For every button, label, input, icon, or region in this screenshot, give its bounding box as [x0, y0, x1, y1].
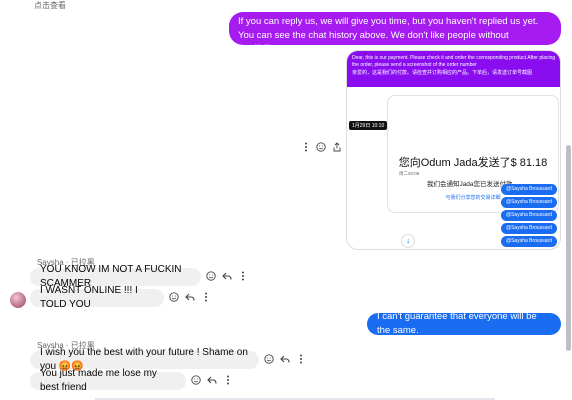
view-link[interactable]: 点击查看 [34, 0, 66, 11]
more-icon[interactable] [223, 375, 233, 385]
reply-icon[interactable] [185, 292, 195, 302]
mention-tag: @Saysha Broussard [501, 184, 557, 195]
shared-screenshot[interactable]: Dear, this is our payment. Please check … [346, 50, 561, 250]
reply-icon[interactable] [207, 375, 217, 385]
share-icon[interactable] [332, 142, 342, 152]
payment-amount: 您向Odum Jada发送了$ 81.18 [398, 157, 548, 169]
reply-icon[interactable] [222, 271, 232, 281]
outgoing-message[interactable]: I can't guarantee that everyone will be … [367, 311, 561, 336]
down-arrow-icon[interactable]: ↓ [401, 234, 415, 248]
reply-icon[interactable] [280, 354, 290, 364]
emoji-icon[interactable] [191, 375, 201, 385]
more-icon[interactable] [238, 271, 248, 281]
screenshot-timestamp: 1月29日 10:10 [349, 121, 388, 130]
mention-tag: @Saysha Broussard [501, 223, 557, 234]
mention-tag: @Saysha Broussard [501, 210, 557, 221]
outgoing-message[interactable]: If you can reply us, we will give you ti… [229, 12, 561, 54]
screenshot-date: 周二20:06 [399, 171, 420, 176]
mention-tag: @Saysha Broussard [501, 236, 557, 247]
scrollbar[interactable] [566, 145, 571, 351]
payment-card: 您向Odum Jada发送了$ 81.18 我们会通知Jada您已发送付款。 与… [387, 95, 559, 213]
avatar[interactable] [10, 292, 26, 308]
mention-tag: @Saysha Broussard [501, 197, 557, 208]
banner-english: Dear, this is our payment. Please check … [352, 55, 556, 68]
incoming-message[interactable]: You just made me lose my best friend [30, 368, 186, 393]
more-icon[interactable] [296, 354, 306, 364]
more-icon[interactable] [301, 142, 311, 152]
banner-chinese: 亲爱的，这是我们的付款。请检查并订购相应的产品。下单后，请发送订单号截图 [352, 70, 533, 76]
emoji-icon[interactable] [316, 142, 326, 152]
emoji-icon[interactable] [264, 354, 274, 364]
emoji-icon[interactable] [206, 271, 216, 281]
incoming-message[interactable]: I WASNT ONLINE !!! I TOLD YOU [30, 285, 164, 310]
screenshot-banner: Dear, this is our payment. Please check … [347, 51, 560, 87]
emoji-icon[interactable] [169, 292, 179, 302]
more-icon[interactable] [201, 292, 211, 302]
